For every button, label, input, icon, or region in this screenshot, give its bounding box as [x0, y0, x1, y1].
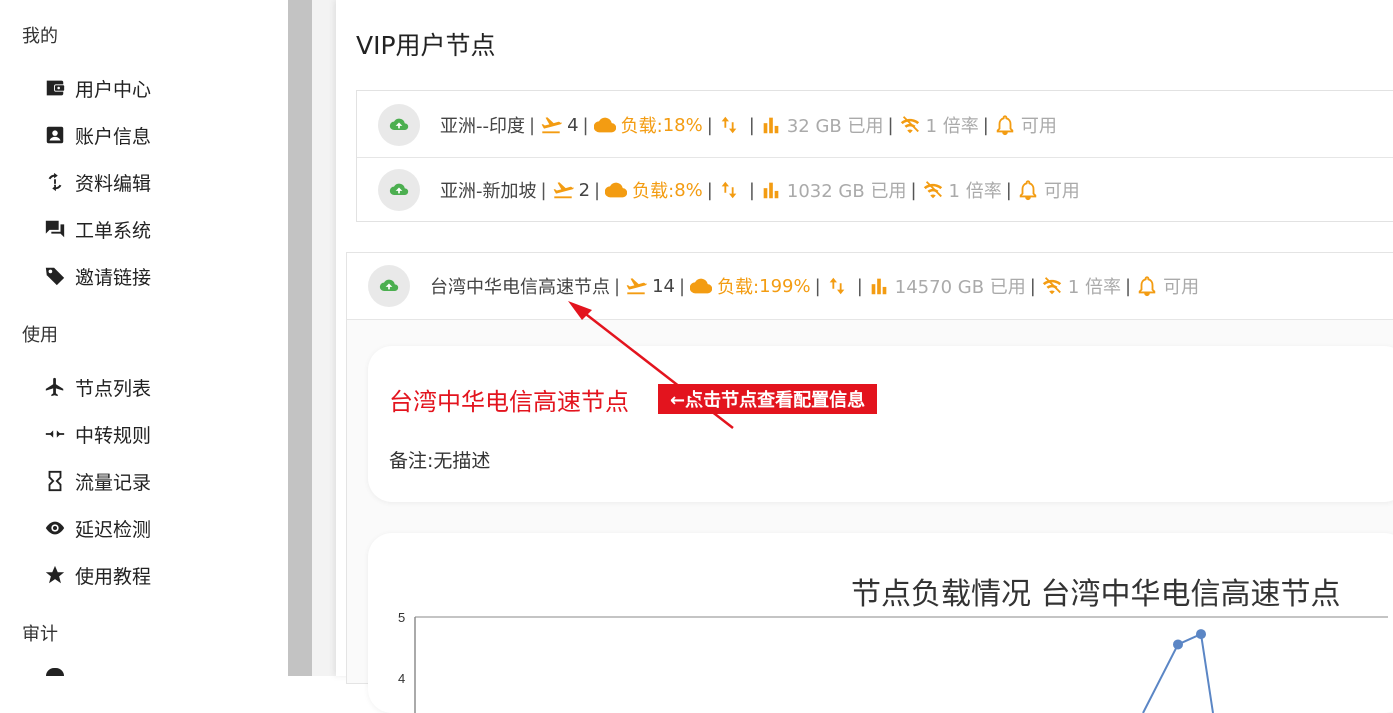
flight-takeoff-icon [551, 178, 575, 202]
node-traffic: 1032 GB 已用 [786, 181, 907, 202]
node-load-chart-card: 节点负载情况 台湾中华电信高速节点 5 4 [368, 533, 1393, 713]
node-detail-title: 台湾中华电信高速节点 [389, 388, 629, 416]
sidebar-item-tickets[interactable]: 工单系统 [44, 215, 151, 243]
bar-chart-icon [867, 274, 891, 298]
sidebar-scroll-gutter [288, 0, 312, 676]
sidebar-item-label: 用户中心 [75, 78, 152, 101]
sidebar-item-label: 流量记录 [75, 471, 152, 494]
sidebar-item-label: 延迟检测 [75, 518, 152, 541]
y-tick-label: 4 [398, 671, 405, 686]
node-name: 亚洲--印度 [440, 116, 525, 137]
data-point [1196, 629, 1206, 640]
merge-arrows-icon [44, 423, 66, 445]
wifi-off-icon [1040, 274, 1064, 298]
sidebar-item-label: 使用教程 [75, 565, 152, 588]
node-load-value: 8% [674, 179, 703, 201]
node-user-count: 14 [652, 275, 675, 297]
content-gutter [312, 0, 336, 676]
node-name: 亚洲-新加坡 [440, 181, 537, 202]
data-point [1173, 639, 1183, 650]
cloud-icon [604, 178, 628, 202]
bar-chart-icon [759, 113, 783, 137]
node-load-label: 负载: [632, 181, 675, 202]
node-load-label: 负载: [620, 116, 663, 137]
node-row-india[interactable]: 亚洲--印度 | 4 | 负载: 18% | | 32 GB 已用 | 1 倍率… [357, 93, 1393, 158]
wallet-icon [44, 77, 66, 99]
bell-icon [1135, 274, 1159, 298]
airplane-icon [44, 376, 66, 398]
bell-icon [1016, 178, 1040, 202]
swap-vert-icon [825, 274, 849, 298]
cloud-upload-icon [378, 104, 420, 146]
y-tick-label: 5 [398, 610, 405, 625]
swap-vert-icon [717, 178, 741, 202]
sidebar-item-traffic-log[interactable]: 流量记录 [44, 467, 151, 495]
node-rate: 1 倍率 [925, 116, 979, 137]
forum-icon [44, 218, 66, 240]
sidebar-item-tutorial[interactable]: 使用教程 [44, 561, 151, 589]
sidebar-item-latency-test[interactable]: 延迟检测 [44, 514, 151, 542]
node-detail-card: 台湾中华电信高速节点 ←点击节点查看配置信息 备注:无描述 [368, 346, 1393, 502]
expanded-node-panel: 台湾中华电信高速节点 | 14 | 负载: 199% | | 14570 GB … [346, 252, 1393, 713]
click-tip-badge: ←点击节点查看配置信息 [658, 384, 878, 414]
sidebar-item-label: 邀请链接 [75, 266, 152, 289]
cloud-upload-icon [378, 169, 420, 211]
cloud-icon [593, 113, 617, 137]
node-status: 可用 [1163, 277, 1200, 298]
load-chart: 5 4 [398, 610, 1388, 713]
page-title: VIP用户节点 [356, 31, 496, 60]
account-box-icon [44, 124, 66, 146]
node-row-singapore[interactable]: 亚洲-新加坡 | 2 | 负载: 8% | | 1032 GB 已用 | 1 倍… [357, 158, 1393, 222]
node-load-label: 负载: [717, 277, 760, 298]
sidebar-item-label: 中转规则 [75, 424, 152, 447]
sidebar-item-invite-link[interactable]: 邀请链接 [44, 262, 151, 290]
sidebar: 我的 用户中心 账户信息 资料编辑 工单系统 邀请链接 使用 节点列表 中转规则… [0, 0, 288, 676]
node-user-count: 2 [578, 179, 591, 201]
node-traffic: 14570 GB 已用 [894, 277, 1026, 298]
node-load-value: 18% [662, 114, 703, 136]
section-title-use: 使用 [22, 325, 58, 346]
star-icon [44, 564, 66, 586]
sidebar-item-label: 工单系统 [75, 219, 152, 242]
node-traffic: 32 GB 已用 [786, 116, 884, 137]
section-title-mine: 我的 [22, 26, 58, 47]
bell-icon [993, 113, 1017, 137]
sidebar-item-relay-rules[interactable]: 中转规则 [44, 420, 151, 448]
swap-vert-icon [717, 113, 741, 137]
wifi-off-icon [898, 113, 922, 137]
sidebar-item-node-list[interactable]: 节点列表 [44, 373, 151, 401]
node-row-taiwan[interactable]: 台湾中华电信高速节点 | 14 | 负载: 199% | | 14570 GB … [347, 253, 1393, 320]
bar-chart-icon [759, 178, 783, 202]
sidebar-item-label: 账户信息 [75, 125, 152, 148]
wifi-off-icon [921, 178, 945, 202]
flight-takeoff-icon [624, 274, 648, 298]
node-user-count: 4 [567, 114, 579, 136]
sidebar-item-user-center[interactable]: 用户中心 [44, 74, 151, 102]
sidebar-item-account-info[interactable]: 账户信息 [44, 121, 151, 149]
sidebar-item-label: 节点列表 [75, 377, 152, 400]
cloud-upload-icon [368, 265, 410, 307]
node-load-value: 199% [759, 275, 811, 297]
audit-icon [46, 668, 64, 676]
hourglass-icon [44, 470, 66, 492]
cloud-icon [689, 274, 713, 298]
node-rate: 1 倍率 [1067, 277, 1122, 298]
node-remark: 备注:无描述 [389, 450, 491, 472]
node-status: 可用 [1020, 116, 1057, 137]
node-status: 可用 [1043, 181, 1080, 202]
eye-icon [44, 517, 66, 539]
sidebar-item-label: 资料编辑 [75, 172, 152, 195]
sync-icon [44, 171, 66, 193]
node-rate: 1 倍率 [948, 181, 1002, 202]
node-name: 台湾中华电信高速节点 [430, 277, 610, 298]
node-list: 亚洲--印度 | 4 | 负载: 18% | | 32 GB 已用 | 1 倍率… [356, 90, 1393, 222]
tag-icon [44, 265, 66, 287]
sidebar-item-profile-edit[interactable]: 资料编辑 [44, 168, 151, 196]
flight-takeoff-icon [539, 113, 563, 137]
section-title-audit: 审计 [22, 624, 58, 645]
